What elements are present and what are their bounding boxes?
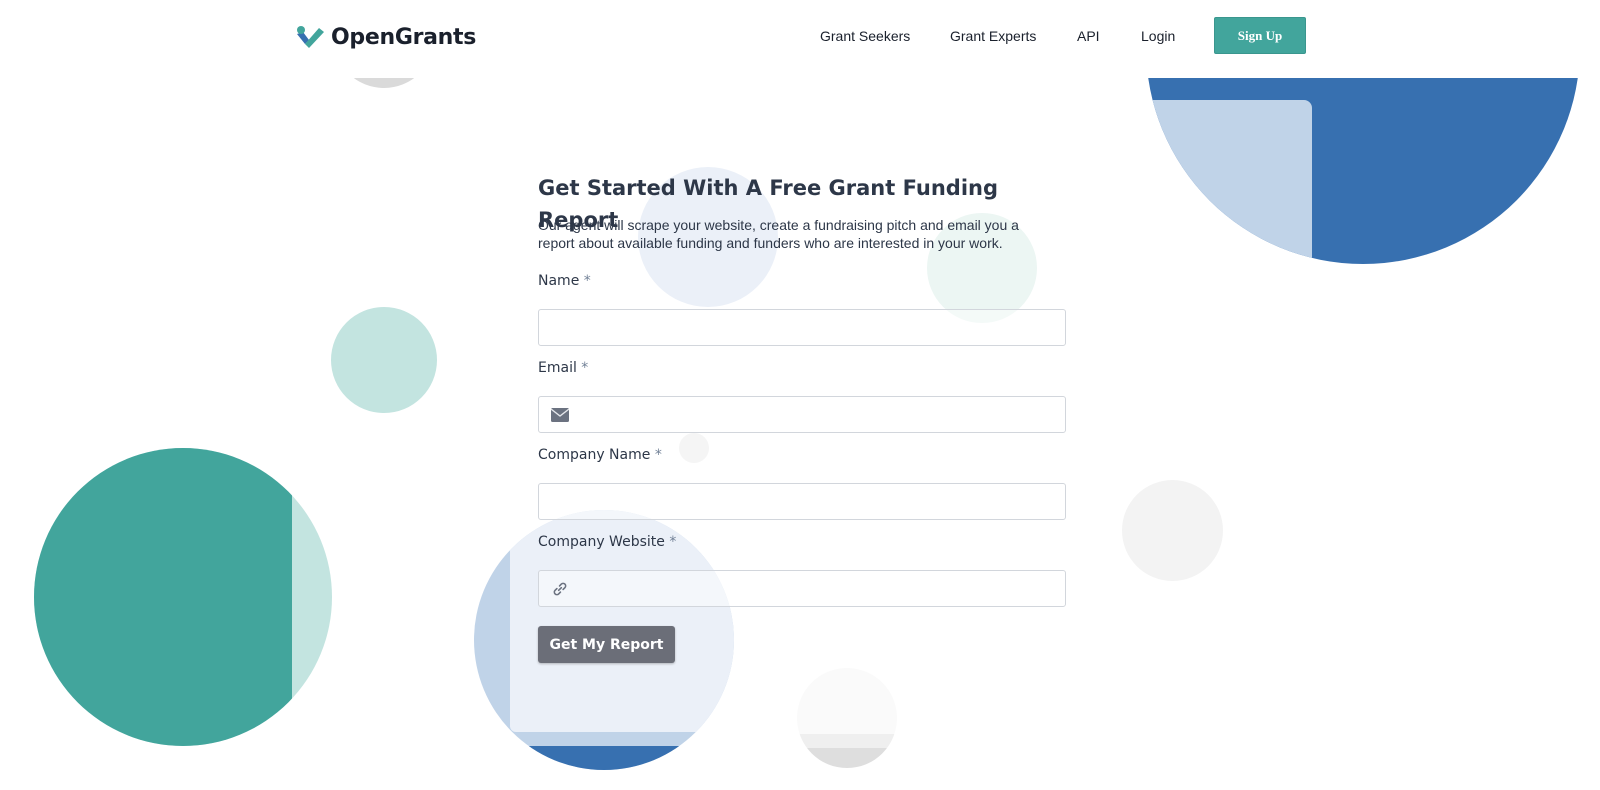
- required-marker: *: [581, 360, 589, 376]
- page-title: Get Started With A Free Grant Funding Re…: [538, 176, 999, 232]
- decor-teal-block: [34, 448, 292, 746]
- email-label: Email *: [538, 360, 589, 376]
- required-marker: *: [669, 534, 677, 550]
- decor-circle-mint: [331, 307, 437, 413]
- decor-circle-bottom-left-teal: [34, 448, 332, 746]
- decor-gray-band-1: [797, 734, 897, 748]
- company-website-input[interactable]: [538, 570, 1066, 607]
- main-nav: Grant Seekers Grant Experts API Login: [0, 26, 1600, 52]
- nav-grant-experts[interactable]: Grant Experts: [950, 26, 1036, 46]
- email-input[interactable]: [538, 396, 1066, 433]
- required-marker: *: [654, 447, 662, 463]
- company-name-input[interactable]: [538, 483, 1066, 520]
- envelope-icon: [551, 408, 569, 422]
- decor-circle-bottom-gray: [797, 668, 897, 768]
- nav-api[interactable]: API: [1077, 26, 1100, 46]
- get-my-report-button[interactable]: Get My Report: [538, 626, 675, 663]
- decor-blue-band: [474, 746, 734, 770]
- decor-gray-band-2: [797, 748, 897, 768]
- report-signup-form: Get Started With A Free Grant Funding Re…: [538, 172, 1066, 663]
- sign-up-button[interactable]: Sign Up: [1214, 17, 1306, 54]
- link-icon: [553, 582, 567, 596]
- company-name-label: Company Name *: [538, 447, 662, 463]
- decor-circle-tiny: [679, 433, 709, 463]
- site-header: OpenGrants Grant Seekers Grant Experts A…: [0, 0, 1600, 78]
- nav-grant-seekers[interactable]: Grant Seekers: [820, 26, 910, 46]
- company-website-label: Company Website *: [538, 534, 677, 550]
- name-label: Name *: [538, 273, 591, 289]
- nav-login[interactable]: Login: [1141, 26, 1175, 46]
- form-description: Our agent will scrape your website, crea…: [538, 217, 1019, 251]
- decor-light-blue-card: [1146, 100, 1312, 264]
- name-input[interactable]: [538, 309, 1066, 346]
- required-marker: *: [583, 273, 591, 289]
- decor-circle-right-gray: [1122, 480, 1223, 581]
